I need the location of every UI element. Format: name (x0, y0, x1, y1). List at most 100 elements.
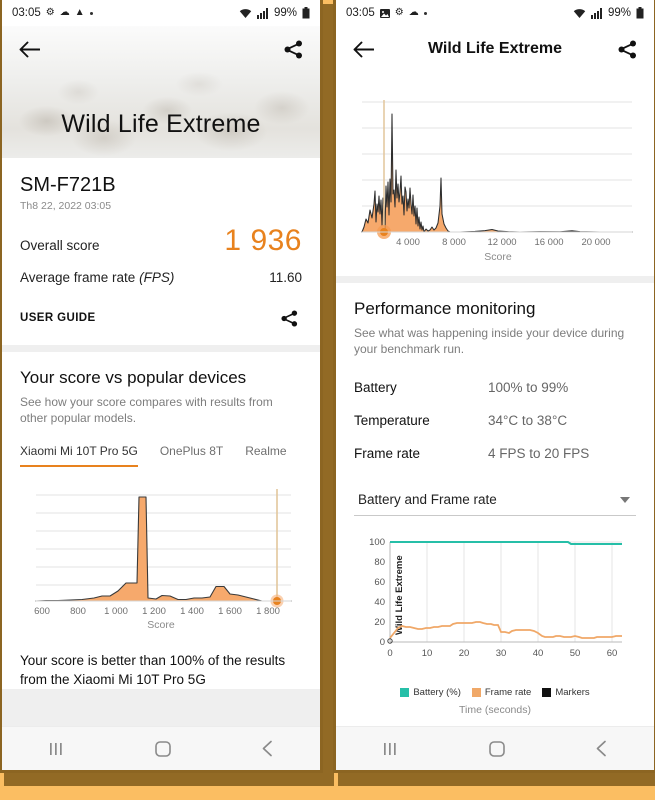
gear-icon: ⚙ (394, 7, 404, 18)
right-app-bar: Wild Life Extreme (336, 26, 654, 72)
dot-icon (89, 11, 93, 15)
wifi-icon (573, 8, 586, 18)
svg-text:4 000: 4 000 (396, 237, 420, 248)
overall-score-row: Overall score 1 936 (20, 212, 302, 256)
svg-text:1 000: 1 000 (104, 606, 128, 617)
histogram-area (361, 113, 633, 233)
page-title: Wild Life Extreme (427, 40, 563, 57)
svg-text:8 000: 8 000 (442, 237, 466, 248)
home-icon[interactable] (154, 740, 172, 758)
right-nav-bar (336, 726, 654, 770)
svg-text:12 000: 12 000 (487, 237, 516, 248)
legend-swatch-frame-rate (471, 688, 481, 698)
cloud-icon: ☁ (59, 7, 70, 18)
legend-label-markers: Markers (555, 687, 590, 699)
svg-text:16 000: 16 000 (534, 237, 563, 248)
x-axis-label: Score (484, 251, 512, 263)
legend-swatch-battery (400, 688, 410, 698)
compare-subtitle: See how your score compares with results… (20, 395, 273, 426)
compare-card: Your score vs popular devices See how yo… (2, 352, 320, 689)
frame-rate-row: Average frame rate (FPS) 11.60 (20, 256, 302, 285)
battery-row: Battery 100% to 99% (354, 371, 636, 404)
hero-title: Wild Life Extreme (61, 110, 261, 138)
back-icon[interactable] (594, 740, 610, 757)
svg-text:100: 100 (369, 537, 385, 548)
battery-value: 100% to 99% (488, 380, 569, 396)
tab-oneplus-8t[interactable]: OnePlus 8T (160, 444, 223, 467)
frame-rate-label: Average frame rate (FPS) (20, 270, 175, 285)
right-histogram-chart: 4 000 8 000 12 000 16 000 20 000 Score (336, 72, 654, 276)
svg-text:40: 40 (533, 648, 544, 659)
signal-icon (590, 7, 602, 19)
legend-markers: Markers (542, 687, 590, 699)
svg-text:10: 10 (422, 648, 433, 659)
svg-text:30: 30 (496, 648, 507, 659)
y-axis-ticks: 100 80 60 40 20 0 (369, 537, 385, 648)
gear-icon: ⚙ (45, 7, 55, 18)
left-scroll-area[interactable]: Wild Life Extreme SM-F721B Th8 22, 2022 … (2, 26, 320, 750)
run-date: Th8 22, 2022 03:05 (20, 200, 112, 212)
global-histogram-card: 4 000 8 000 12 000 16 000 20 000 Score (336, 72, 654, 276)
time-axis-label: Time (seconds) (459, 704, 531, 717)
performance-monitor-chart: 100 80 60 40 20 0 Wild Life Extreme 0 10… (336, 516, 654, 716)
frame-rate-value: 4 FPS to 20 FPS (488, 446, 590, 462)
score-card: SM-F721B Th8 22, 2022 03:05 Overall scor… (2, 158, 320, 345)
svg-text:60: 60 (374, 577, 385, 588)
share-icon[interactable] (276, 305, 302, 331)
performance-monitor-svg: 100 80 60 40 20 0 Wild Life Extreme 0 10… (369, 537, 622, 659)
svg-text:600: 600 (34, 606, 50, 617)
overall-score-label: Overall score (20, 238, 100, 253)
share-icon[interactable] (280, 36, 306, 62)
left-histogram-svg: 600 800 1 000 1 200 1 400 1 600 1 800 Sc… (34, 489, 292, 631)
screenshot-stage: 03:05 ⚙ ☁ ▲ 99% Wild Life Extreme SM-F72… (0, 0, 655, 800)
share-icon[interactable] (614, 36, 640, 62)
right-scroll-area[interactable]: 4 000 8 000 12 000 16 000 20 000 Score P… (336, 72, 654, 770)
recents-icon[interactable] (380, 741, 400, 757)
legend-swatch-markers (542, 688, 552, 698)
battery-percent: 99% (273, 7, 297, 19)
recents-icon[interactable] (46, 741, 66, 757)
legend-label-frame-rate: Frame rate (484, 687, 532, 699)
performance-title: Performance monitoring (354, 299, 536, 318)
svg-text:1 400: 1 400 (180, 606, 204, 617)
performance-subtitle: See what was happening inside your devic… (354, 326, 625, 357)
y-axis-label: Wild Life Extreme (394, 556, 405, 636)
status-time: 03:05 (12, 7, 41, 19)
svg-text:1 600: 1 600 (218, 606, 242, 617)
user-guide-row[interactable]: USER GUIDE (2, 285, 320, 345)
left-nav-bar (2, 726, 320, 770)
metric-select[interactable]: Battery and Frame rate (354, 486, 636, 517)
compare-footnote: Your score is better than 100% of the re… (20, 653, 286, 687)
frame-rate-series (389, 621, 622, 640)
x-axis-ticks: 4 000 8 000 12 000 16 000 20 000 (396, 237, 610, 248)
hero-appbar (2, 26, 320, 72)
frame-rate-value: 11.60 (269, 270, 302, 285)
user-guide-label: USER GUIDE (20, 312, 96, 324)
grid-lines (392, 541, 622, 643)
back-arrow-icon[interactable] (350, 36, 376, 62)
status-time: 03:05 (346, 7, 375, 19)
back-icon[interactable] (260, 740, 276, 757)
home-icon[interactable] (488, 740, 506, 758)
left-phone: 03:05 ⚙ ☁ ▲ 99% Wild Life Extreme SM-F72… (2, 0, 320, 770)
image-icon (379, 8, 390, 18)
back-arrow-icon[interactable] (16, 36, 42, 62)
battery-label: Battery (354, 380, 397, 396)
frame-rate-row: Frame rate 4 FPS to 20 FPS (354, 437, 636, 470)
right-histogram-svg: 4 000 8 000 12 000 16 000 20 000 Score (361, 100, 633, 263)
battery-icon (302, 7, 310, 19)
metric-select-value: Battery and Frame rate (358, 492, 497, 508)
wifi-icon (239, 8, 252, 18)
chevron-down-icon[interactable] (620, 496, 630, 503)
device-name: SM-F721B (20, 174, 116, 196)
device-tabs[interactable]: Xiaomi Mi 10T Pro 5G OnePlus 8T Realme (20, 444, 302, 468)
tab-realme[interactable]: Realme (245, 444, 286, 467)
svg-text:1 800: 1 800 (256, 606, 280, 617)
legend-frame-rate: Frame rate (471, 687, 532, 699)
dot-icon (423, 11, 427, 15)
frame-rate-label: Frame rate (354, 446, 421, 462)
tab-xiaomi-mi-10t-pro-5g[interactable]: Xiaomi Mi 10T Pro 5G (20, 444, 138, 468)
grid-lines (36, 494, 291, 586)
battery-icon (636, 7, 644, 19)
signal-icon (256, 7, 268, 19)
